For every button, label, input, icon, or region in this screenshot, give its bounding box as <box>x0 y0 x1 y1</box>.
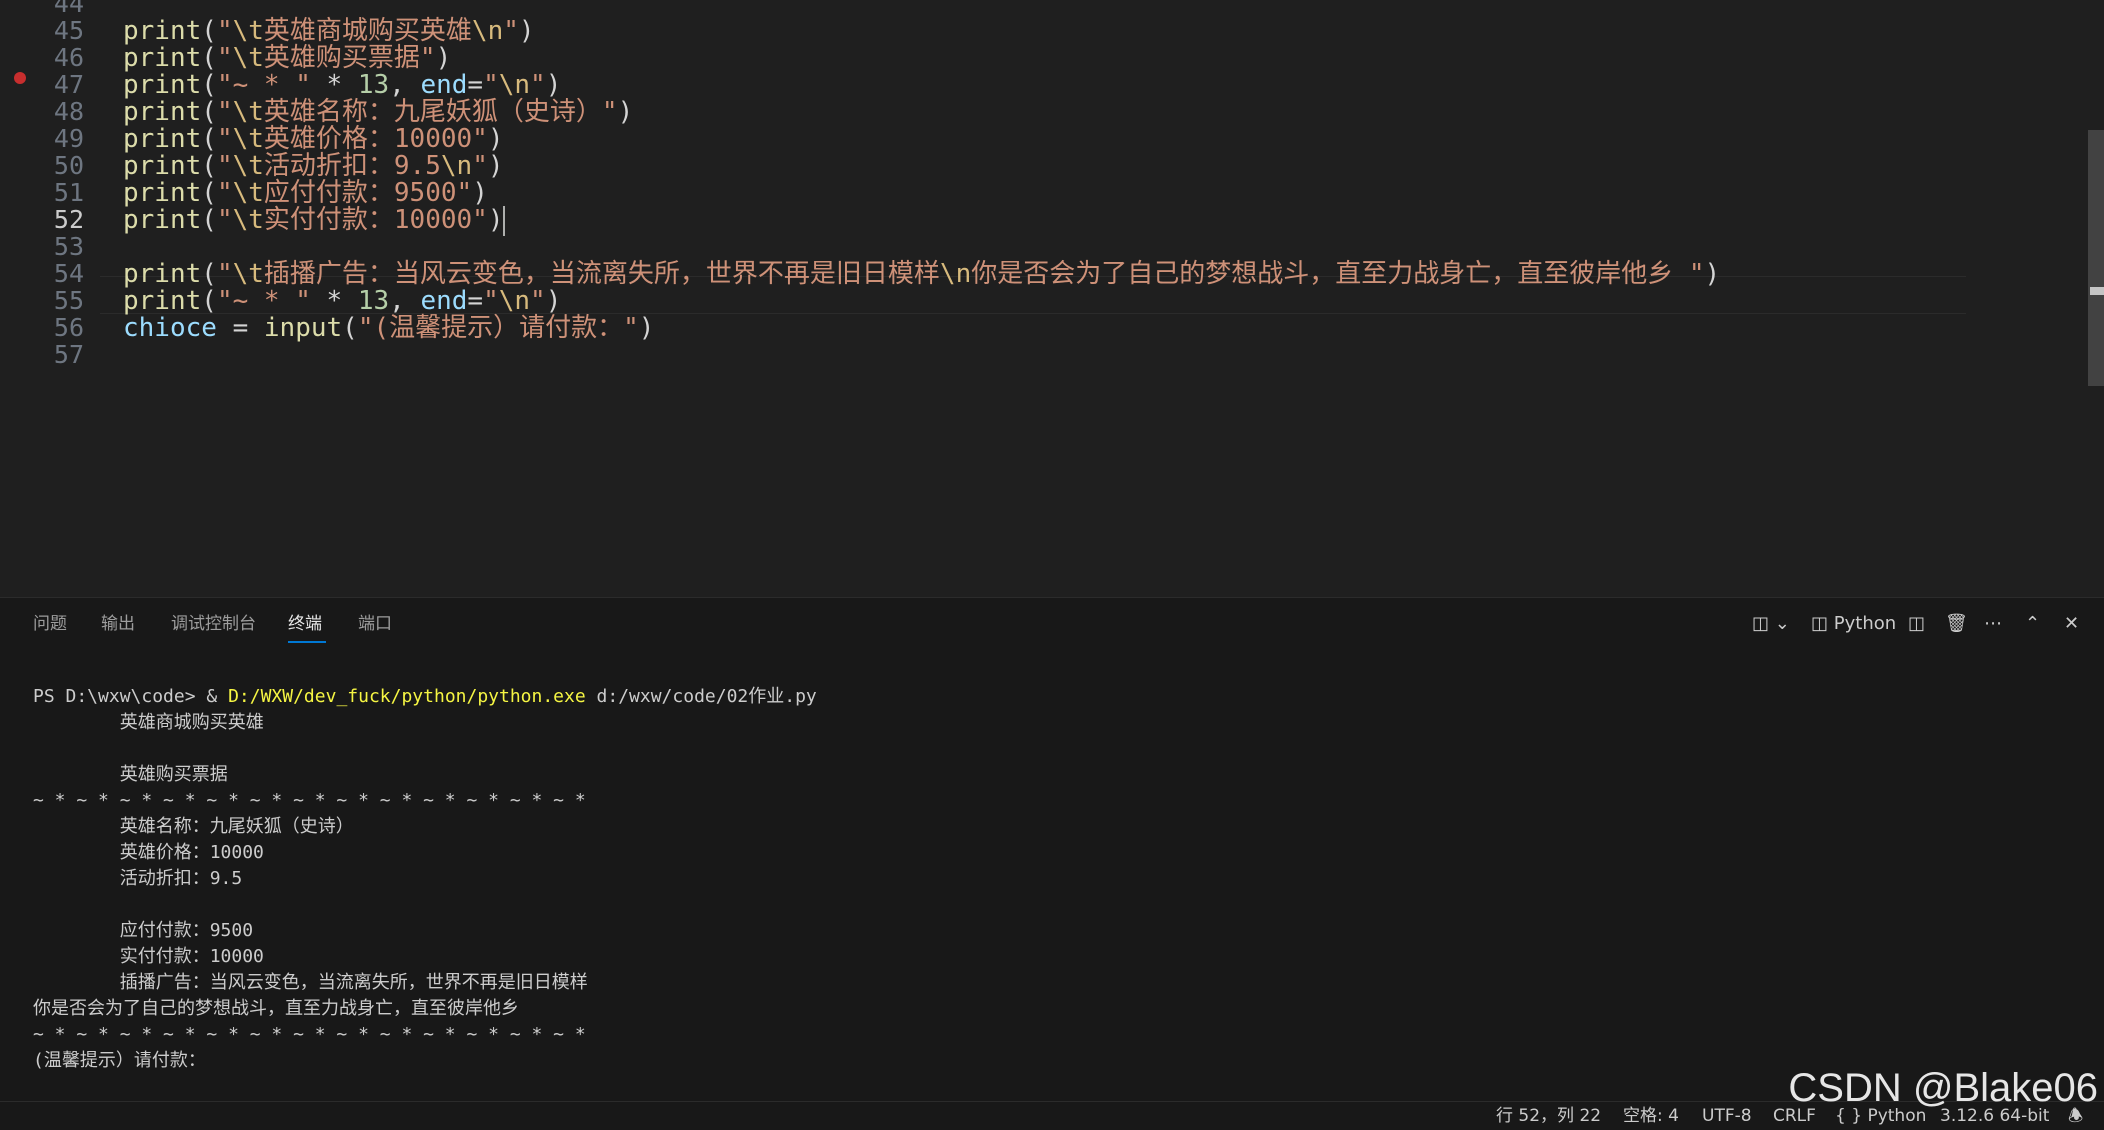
scrollbar-cursor-marker <box>2090 287 2104 295</box>
terminal-icon: ◫ <box>1811 613 1829 634</box>
terminal-args: d:/wxw/code/02作业.py <box>585 686 817 707</box>
maximize-panel-icon[interactable]: ⌃ <box>2025 612 2040 636</box>
active-tab-indicator <box>288 641 326 643</box>
terminal-output-line: 活动折扣：9.5 <box>33 868 243 889</box>
bottom-panel: 问题 输出 调试控制台 终端 端口 ◫ ⌄ ◫ Python ◫ 🗑 ⋯ ⌃ ✕… <box>0 597 2104 1102</box>
trash-icon[interactable]: 🗑 <box>1945 612 1968 636</box>
terminal-command-line: PS D:\wxw\code> & D:/WXW/dev_fuck/python… <box>33 685 817 709</box>
terminal-output-line: 应付付款：9500 <box>33 920 254 941</box>
close-icon[interactable]: ✕ <box>2064 612 2079 636</box>
status-indentation[interactable]: 空格: 4 <box>1623 1105 1679 1127</box>
terminal-instance[interactable]: ◫ Python <box>1811 612 1896 636</box>
tab-problems[interactable]: 问题 <box>33 612 67 636</box>
terminal-output-line: 你是否会为了自己的梦想战斗，直至力战身亡，直至彼岸他乡 <box>33 998 519 1019</box>
terminal-exe-path: D:/WXW/dev_fuck/python/python.exe <box>228 686 586 707</box>
terminal-output-line: 实付付款：10000 <box>33 946 264 967</box>
tab-output[interactable]: 输出 <box>101 612 135 636</box>
terminal-output-line: 英雄名称：九尾妖狐（史诗） <box>33 816 354 837</box>
terminal-name: Python <box>1833 613 1897 634</box>
terminal-output-line: 插播广告：当风云变色，当流离失所，世界不再是旧日模样 <box>33 972 588 993</box>
terminal-output-line: ~ * ~ * ~ * ~ * ~ * ~ * ~ * ~ * ~ * ~ * … <box>33 1024 597 1045</box>
status-cursor-position[interactable]: 行 52，列 22 <box>1496 1105 1601 1127</box>
tab-ports[interactable]: 端口 <box>358 612 392 636</box>
more-icon[interactable]: ⋯ <box>1984 612 2002 636</box>
editor-scrollbar[interactable] <box>2088 130 2104 386</box>
tab-terminal[interactable]: 终端 <box>288 612 322 636</box>
terminal-output-line: 英雄价格：10000 <box>33 842 264 863</box>
tab-debug-console[interactable]: 调试控制台 <box>171 612 256 636</box>
terminal-output-line: ~ * ~ * ~ * ~ * ~ * ~ * ~ * ~ * ~ * ~ * … <box>33 790 597 811</box>
split-icon[interactable]: ◫ <box>1908 612 1925 636</box>
line-number: 57 <box>53 340 84 369</box>
watermark: CSDN @Blake06 <box>1788 1066 2098 1110</box>
terminal-output-line: (温馨提示）请付款： <box>33 1050 206 1071</box>
terminal-prompt: PS D:\wxw\code> & <box>33 686 229 707</box>
split-terminal-dropdown-icon[interactable]: ◫ ⌄ <box>1752 612 1790 636</box>
code-line[interactable]: 57 <box>0 337 2090 373</box>
terminal-output-line: 英雄商城购买英雄 <box>33 712 264 733</box>
status-encoding[interactable]: UTF-8 <box>1702 1105 1752 1127</box>
code-editor[interactable]: 44 45 print("\t英雄商城购买英雄\n") 46 print("\t英雄购买… <box>0 0 2104 596</box>
terminal-output-line: 英雄购买票据 <box>33 764 228 785</box>
